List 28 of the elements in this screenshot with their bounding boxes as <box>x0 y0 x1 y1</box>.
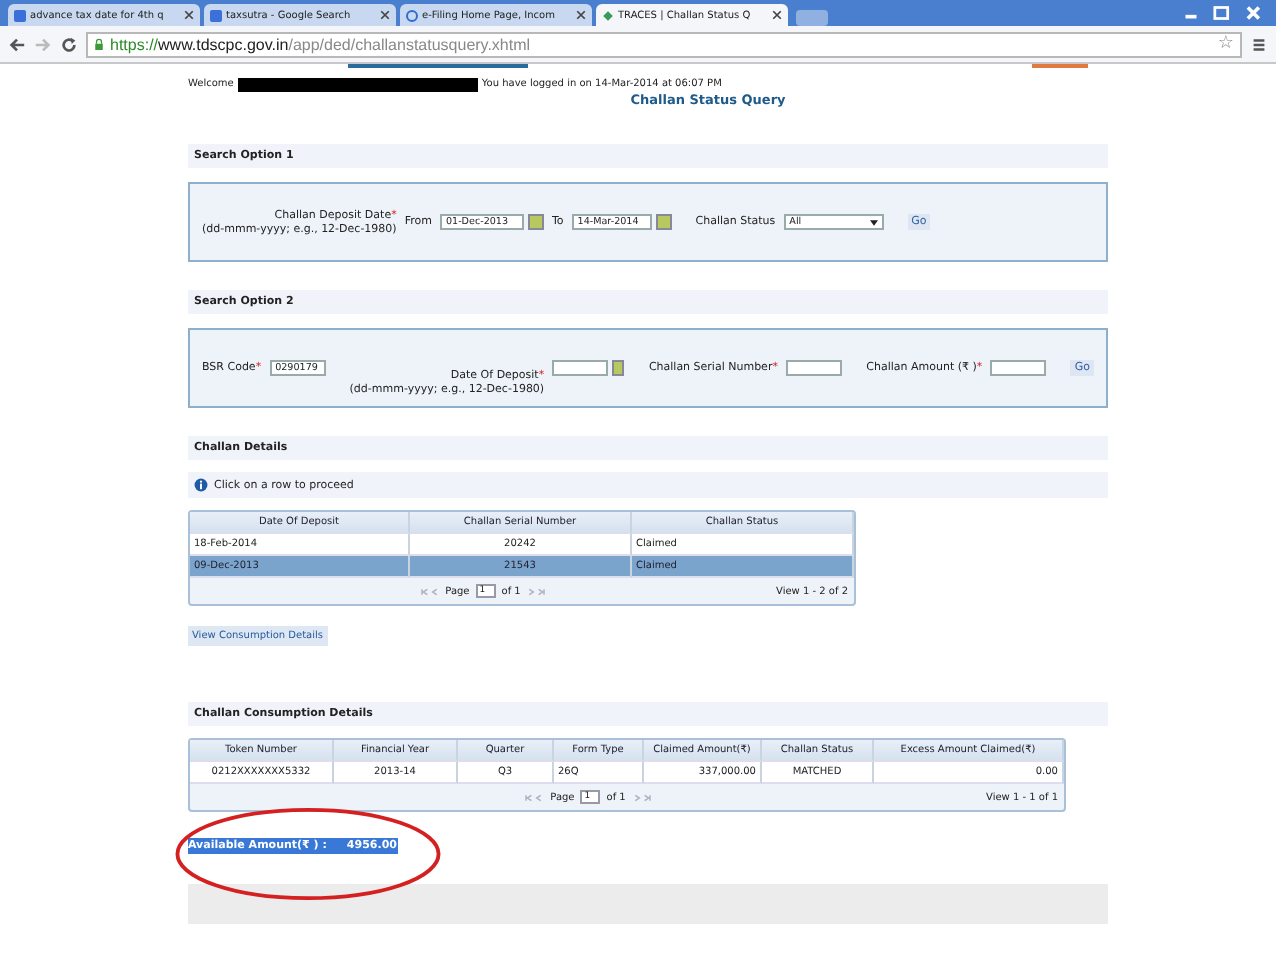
calendar-icon[interactable] <box>655 214 672 230</box>
ring-favicon-icon <box>406 9 418 21</box>
next-last-icon[interactable] <box>526 587 547 595</box>
info-icon <box>194 478 208 492</box>
forward-icon[interactable] <box>34 35 52 53</box>
first-prev-icon[interactable] <box>524 793 545 801</box>
square-favicon-icon <box>210 9 222 21</box>
first-prev-icon[interactable] <box>419 587 440 595</box>
square-favicon-icon <box>14 9 26 21</box>
serial-number-field[interactable] <box>785 360 843 376</box>
calendar-icon[interactable] <box>612 360 625 376</box>
date-field[interactable] <box>552 360 609 376</box>
reload-icon[interactable] <box>60 35 78 53</box>
back-icon[interactable] <box>8 35 26 53</box>
next-last-icon[interactable] <box>631 793 652 801</box>
close-icon[interactable] <box>184 10 194 20</box>
close-icon[interactable] <box>772 10 782 20</box>
lock-icon <box>94 37 104 51</box>
diamond-favicon-icon <box>602 9 614 21</box>
address-bar[interactable]: https://www.tdscpc.gov.in/app/ded/challanstatusquery.xhtml ☆ <box>86 31 1242 57</box>
calendar-icon[interactable] <box>527 214 544 230</box>
caret-icon <box>869 219 878 225</box>
bookmark-star-icon[interactable]: ☆ <box>1217 35 1234 53</box>
accent-bar <box>1032 64 1088 68</box>
menu-icon[interactable] <box>1250 35 1268 53</box>
amount-field[interactable] <box>990 360 1047 376</box>
close-icon[interactable] <box>576 10 586 20</box>
close-icon[interactable] <box>380 10 390 20</box>
